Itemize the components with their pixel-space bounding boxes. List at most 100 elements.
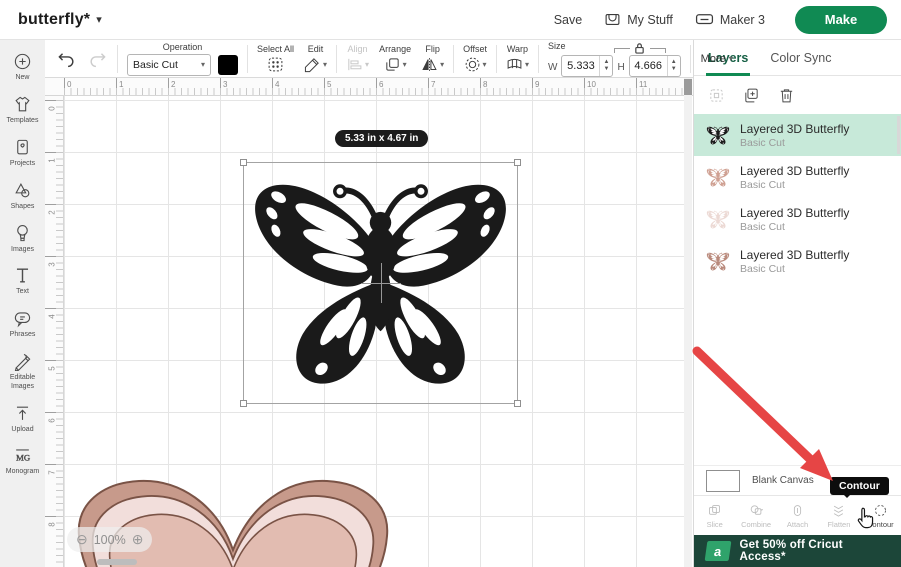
horizontal-ruler: 0 1 2 3 4 5 6 7 8 9 10 11 xyxy=(45,78,693,96)
ruler-number: 1 xyxy=(119,80,123,89)
resize-handle[interactable] xyxy=(240,159,247,166)
sidebar-item-templates[interactable]: Templates xyxy=(0,95,45,125)
pink-layered-butterfly-object[interactable] xyxy=(53,476,413,567)
sidebar-item-monogram[interactable]: MG Monogram xyxy=(0,446,45,476)
divider xyxy=(336,45,337,73)
select-all-button[interactable]: Select All xyxy=(252,44,299,73)
zoom-in-button[interactable]: ⊕ xyxy=(132,531,144,548)
attach-button[interactable]: Attach xyxy=(777,496,818,535)
sidebar-item-upload[interactable]: Upload xyxy=(0,404,45,434)
ruler-number: 10 xyxy=(587,80,596,89)
canvas-vertical-scrollbar[interactable] xyxy=(684,78,692,567)
arrange-icon xyxy=(384,56,401,73)
operation-group: Operation Basic Cut▾ xyxy=(122,42,243,76)
zoom-out-button[interactable]: ⊖ xyxy=(76,531,88,548)
combine-button[interactable]: Combine xyxy=(735,496,776,535)
group-select-icon[interactable] xyxy=(708,87,725,104)
sidebar-item-images[interactable]: Images xyxy=(0,224,45,254)
layer-thumbnail-butterfly xyxy=(706,251,730,272)
sidebar-item-shapes[interactable]: Shapes xyxy=(0,181,45,211)
machine-selector[interactable]: Maker 3 xyxy=(695,12,765,27)
color-swatch[interactable] xyxy=(218,55,238,75)
make-button[interactable]: Make xyxy=(795,6,887,34)
resize-handle[interactable] xyxy=(514,400,521,407)
shapes-icon xyxy=(13,181,32,200)
resize-handle[interactable] xyxy=(240,400,247,407)
text-icon xyxy=(13,266,32,285)
sidebar-item-new[interactable]: New xyxy=(0,52,45,82)
save-button[interactable]: Save xyxy=(554,13,583,27)
trash-icon[interactable] xyxy=(778,87,795,104)
chevron-down-icon: ▾ xyxy=(403,60,407,69)
scrollbar-thumb[interactable] xyxy=(684,79,692,95)
slice-button[interactable]: Slice xyxy=(694,496,735,535)
flatten-button[interactable]: Flatten xyxy=(818,496,859,535)
ruler-number: 8 xyxy=(48,520,57,530)
ruler-number: 6 xyxy=(379,80,383,89)
flatten-icon xyxy=(830,503,847,518)
tab-color-sync[interactable]: Color Sync xyxy=(770,40,831,75)
divider xyxy=(538,45,539,73)
duplicate-icon[interactable] xyxy=(743,87,760,104)
layer-row[interactable]: Layered 3D Butterfly Basic Cut xyxy=(694,114,901,156)
ruler-number: 3 xyxy=(223,80,227,89)
ruler-number: 6 xyxy=(48,416,57,426)
ruler-number: 5 xyxy=(48,364,57,374)
width-stepper[interactable]: ▲▼ xyxy=(599,56,612,76)
layer-row[interactable]: Layered 3D Butterfly Basic Cut xyxy=(694,156,901,198)
width-input[interactable]: 5.333 ▲▼ xyxy=(561,55,613,77)
lock-icon xyxy=(634,42,645,54)
panel-spacer xyxy=(694,282,901,465)
sidebar-item-editable-images[interactable]: Editable Images xyxy=(0,352,45,391)
align-button[interactable]: Align ▾ xyxy=(341,44,374,73)
slice-icon xyxy=(706,503,723,518)
ruler-number: 7 xyxy=(48,468,57,478)
layer-row[interactable]: Layered 3D Butterfly Basic Cut xyxy=(694,240,901,282)
project-title-chevron-down-icon[interactable]: ▾ xyxy=(96,13,102,26)
select-all-icon xyxy=(267,56,284,73)
dimension-tooltip: 5.33 in x 4.67 in xyxy=(335,130,428,147)
resize-handle[interactable] xyxy=(514,159,521,166)
selection-bounding-box[interactable] xyxy=(243,162,518,404)
redo-icon[interactable] xyxy=(88,49,107,68)
warp-button[interactable]: Warp ▾ xyxy=(501,44,534,73)
panel-scrollbar[interactable] xyxy=(897,116,900,154)
lock-aspect-toggle[interactable] xyxy=(614,42,666,54)
edit-button[interactable]: Edit ▾ xyxy=(299,44,332,73)
cricut-design-space-app: butterfly* ▾ Save My Stuff Maker 3 Make … xyxy=(0,0,901,567)
design-canvas[interactable]: 0 1 2 3 4 5 6 7 8 9 10 11 0 1 2 3 4 5 6 … xyxy=(45,78,693,567)
chevron-down-icon: ▾ xyxy=(201,60,205,69)
svg-text:MG: MG xyxy=(16,453,30,463)
chevron-down-icon: ▾ xyxy=(365,60,369,69)
arrange-button[interactable]: Arrange ▾ xyxy=(374,44,416,73)
operation-select[interactable]: Basic Cut▾ xyxy=(127,54,211,76)
height-stepper[interactable]: ▲▼ xyxy=(667,56,680,76)
chevron-down-icon: ▾ xyxy=(525,60,529,69)
project-title[interactable]: butterfly* xyxy=(18,11,90,29)
ruler-number: 3 xyxy=(48,260,57,270)
height-input[interactable]: 4.666 ▲▼ xyxy=(629,55,681,77)
undo-icon[interactable] xyxy=(57,49,76,68)
sidebar-item-projects[interactable]: Projects xyxy=(0,138,45,168)
sidebar-item-phrases[interactable]: Phrases xyxy=(0,309,45,339)
divider xyxy=(690,45,691,73)
edit-toolbar: Operation Basic Cut▾ Select All Edit ▾ xyxy=(45,40,693,78)
chevron-down-icon: ▾ xyxy=(440,60,444,69)
canvas-horizontal-scrollbar[interactable] xyxy=(97,559,137,565)
size-group: Size W 5.333 ▲▼ H 4.666 ▲▼ xyxy=(543,41,686,77)
more-button[interactable]: More▾ xyxy=(695,53,739,65)
ruler-number: 4 xyxy=(48,312,57,322)
cricut-access-badge: a xyxy=(705,541,731,561)
flip-button[interactable]: Flip ▾ xyxy=(416,44,449,73)
contour-button[interactable]: Contour xyxy=(860,496,901,535)
zoom-level: 100% xyxy=(94,533,126,547)
layer-row[interactable]: Layered 3D Butterfly Basic Cut xyxy=(694,198,901,240)
divider xyxy=(117,45,118,73)
plus-circle-icon xyxy=(13,52,32,71)
offset-button[interactable]: Offset ▾ xyxy=(458,44,492,73)
cricut-access-banner[interactable]: a Get 50% off Cricut Access* xyxy=(694,535,901,567)
sidebar-item-text[interactable]: Text xyxy=(0,266,45,296)
my-stuff-button[interactable]: My Stuff xyxy=(604,11,673,28)
canvas-color-swatch[interactable] xyxy=(706,470,740,492)
divider xyxy=(453,45,454,73)
